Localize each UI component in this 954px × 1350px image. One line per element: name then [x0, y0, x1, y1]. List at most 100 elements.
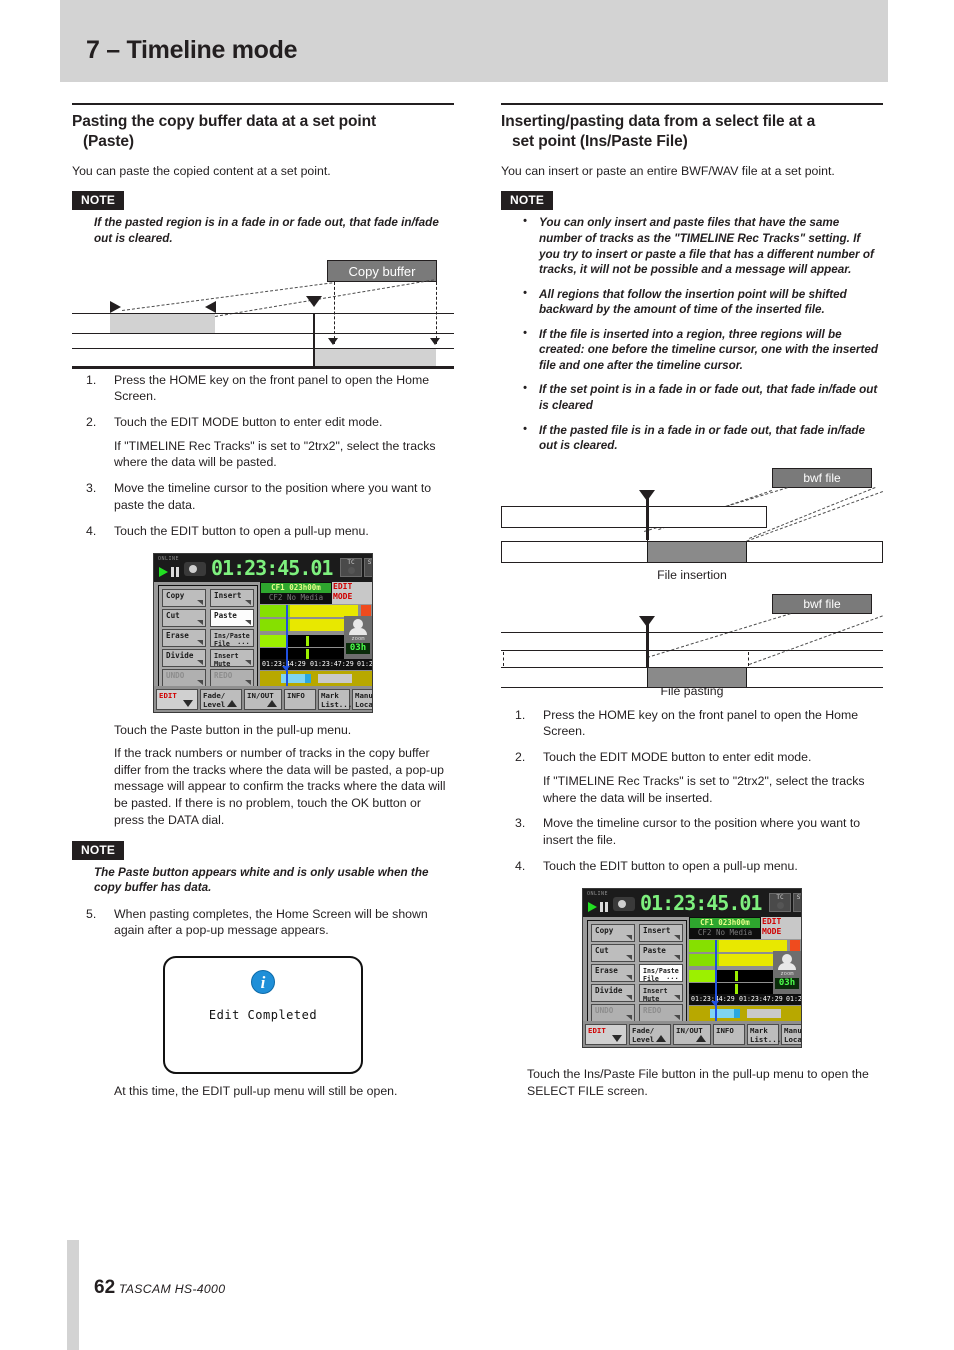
- inserted-file-block: [647, 541, 747, 562]
- menu-button-undo-2[interactable]: UNDO: [591, 1004, 635, 1023]
- menu-button-insert-mute-2[interactable]: Insert Mute: [639, 984, 683, 1004]
- bottom-label-manual-locate: Manual Locate: [355, 691, 373, 709]
- insert-connector-2: [749, 486, 876, 539]
- pause-icon-2: [600, 902, 608, 913]
- menu-button-copy[interactable]: Copy: [162, 589, 206, 608]
- bottom-button-manual-locate-2[interactable]: Manual Locate: [781, 1024, 801, 1046]
- file-insertion-diagram: bwf file: [501, 467, 883, 563]
- bottom-label-mark-list-2: Mark List...: [750, 1026, 782, 1044]
- range-start-marker: [110, 300, 121, 313]
- timeline-ruler: 01:23:44:29 01:23:47:29 01:2: [260, 659, 373, 671]
- note-bullet-3: If the file is inserted into a region, t…: [523, 326, 883, 374]
- note-bullet-5: If the pasted file is in a fade in or fa…: [523, 422, 883, 454]
- lcd-screenshot-paste: ONLINE 01:23:45.01 TC SYNC CF1 023h00m C…: [153, 553, 373, 714]
- bottom-button-fade-level-2[interactable]: Fade/ Level: [629, 1024, 671, 1046]
- menu-button-ins-paste-file-2[interactable]: Ins/Paste File...: [639, 964, 683, 983]
- bottom-button-in-out-2[interactable]: IN/OUT: [673, 1024, 711, 1046]
- lcd-screenshot-ins-paste: ONLINE 01:23:45.01 TC SYNC CF1 023h00m C…: [582, 888, 802, 1049]
- note-badge: NOTE: [72, 191, 125, 211]
- menu-button-ins-paste-file[interactable]: Ins/Paste File...: [210, 629, 254, 648]
- edit-pullup-menu-2: Copy Insert Cut Paste Erase Ins/Paste Fi…: [587, 920, 687, 1024]
- paste-drop-line-right: [748, 651, 749, 666]
- bottom-button-edit-2[interactable]: EDIT: [585, 1024, 627, 1046]
- menu-button-redo[interactable]: REDO: [210, 669, 254, 688]
- time-mark-3: 01:2: [357, 660, 373, 669]
- bottom-button-mark-list[interactable]: Mark List...: [318, 689, 352, 711]
- paste-track-line-4: [501, 686, 883, 689]
- source-region-block: [110, 313, 215, 333]
- bottom-button-in-out[interactable]: IN/OUT: [244, 689, 282, 711]
- track1b-region-edge: [734, 1009, 740, 1019]
- section-heading-right-line2: set point (Ins/Paste File): [512, 132, 688, 150]
- waveform1b-peak: [735, 971, 738, 982]
- section-rule-right: [501, 103, 883, 105]
- bottom-label-edit-2: EDIT: [588, 1026, 606, 1036]
- menu-button-redo-2[interactable]: REDO: [639, 1004, 683, 1023]
- menu-button-divide-2[interactable]: Divide: [591, 984, 635, 1003]
- bottom-button-manual-locate[interactable]: Manual Locate: [352, 689, 373, 711]
- bottom-label-fade-level: Fade/ Level: [203, 691, 226, 709]
- menu-label-insert: Insert: [214, 591, 242, 601]
- menu-button-cut-2[interactable]: Cut: [591, 944, 635, 963]
- menu-label-undo-2: UNDO: [595, 1006, 614, 1016]
- menu-label-insert-mute-2: Insert Mute: [643, 987, 668, 1004]
- menu-label-copy: Copy: [166, 591, 185, 601]
- menu-label-insert-2: Insert: [643, 926, 671, 936]
- paste-connector-2: [749, 615, 883, 665]
- lcd-display-2: ONLINE 01:23:45.01 TC SYNC CF1 023h00m C…: [582, 888, 802, 1049]
- zoom-indicator: zoom 03h: [344, 616, 372, 661]
- sync-status-badge: SYNC: [364, 558, 372, 578]
- track1b-region-b: [747, 1009, 781, 1019]
- bottom-button-info-2[interactable]: INFO: [713, 1024, 745, 1046]
- menu-button-cut[interactable]: Cut: [162, 609, 206, 628]
- cf1-status-2: CF1 023h00m: [690, 918, 760, 929]
- tc-status-dot-2: [776, 902, 784, 910]
- bwf-file-label-2: bwf file: [772, 593, 872, 614]
- timeline-cursor-head-2: [711, 1001, 719, 1007]
- menu-button-paste-2[interactable]: Paste: [639, 944, 683, 963]
- right-step-item-1: Press the HOME key on the front panel to…: [515, 707, 859, 739]
- edit-mode-line2: MODE: [333, 592, 353, 602]
- paste-steps-list: Press the HOME key on the front panel to…: [72, 372, 454, 540]
- media-status-panel-2: CF1 023h00m CF2 No Media: [689, 917, 761, 940]
- tc-status-badge-2: TC: [769, 893, 791, 913]
- intro-paragraph: You can paste the copied content at a se…: [72, 163, 331, 178]
- timeline-cursor-marker: [306, 295, 322, 307]
- bottom-button-edit[interactable]: EDIT: [156, 689, 198, 711]
- edit-mode-indicator[interactable]: EDIT MODE: [332, 582, 372, 605]
- menu-button-undo[interactable]: UNDO: [162, 669, 206, 688]
- paste-track-line-1: [501, 631, 883, 634]
- bottom-label-in-out-2: IN/OUT: [676, 1026, 703, 1036]
- sync-badge-label-2: SYNC: [796, 894, 801, 902]
- menu-label-divide-2: Divide: [595, 986, 623, 996]
- menu-button-insert[interactable]: Insert: [210, 589, 254, 608]
- insert-cursor-marker: [639, 489, 655, 501]
- menu-button-insert-mute[interactable]: Insert Mute: [210, 649, 254, 668]
- step-item-5: When pasting completes, the Home Screen …: [86, 906, 428, 938]
- track-line-4: [72, 365, 454, 369]
- edit-mode-indicator-2[interactable]: EDIT MODE: [761, 917, 801, 940]
- bottom-button-info[interactable]: INFO: [284, 689, 316, 711]
- left-column: Pasting the copy buffer data at a set po…: [72, 103, 454, 1100]
- menu-button-divide[interactable]: Divide: [162, 649, 206, 668]
- menu-button-paste[interactable]: Paste: [210, 609, 254, 628]
- timeline-ruler-2: 01:23:44:29 01:23:47:29 01:2: [689, 994, 801, 1006]
- bottom-button-mark-list-2[interactable]: Mark List...: [747, 1024, 782, 1046]
- menu-button-erase[interactable]: Erase: [162, 629, 206, 648]
- timecode-readout-2: 01:23:45.01: [640, 891, 762, 916]
- note-badge-2: NOTE: [72, 840, 125, 860]
- menu-button-copy-2[interactable]: Copy: [591, 924, 635, 943]
- bottom-label-info-2: INFO: [716, 1026, 734, 1036]
- menu-label-cut-2: Cut: [595, 946, 609, 956]
- bottom-button-fade-level[interactable]: Fade/ Level: [200, 689, 242, 711]
- menu-label-paste-2: Paste: [643, 946, 666, 956]
- track1-region-b: [318, 674, 352, 684]
- step-item-2: Touch the EDIT MODE button to enter edit…: [86, 414, 383, 430]
- section-heading-insert-paste: Inserting/pasting data from a select fil…: [501, 112, 883, 152]
- timeline-track-1-b: [689, 1009, 801, 1019]
- section-heading-right-line1: Inserting/pasting data from a select fil…: [501, 113, 816, 130]
- edit-mode-line2-2: MODE: [762, 927, 782, 937]
- note-bullet-4: If the set point is in a fade in or fade…: [523, 381, 883, 413]
- menu-button-erase-2[interactable]: Erase: [591, 964, 635, 983]
- menu-button-insert-2[interactable]: Insert: [639, 924, 683, 943]
